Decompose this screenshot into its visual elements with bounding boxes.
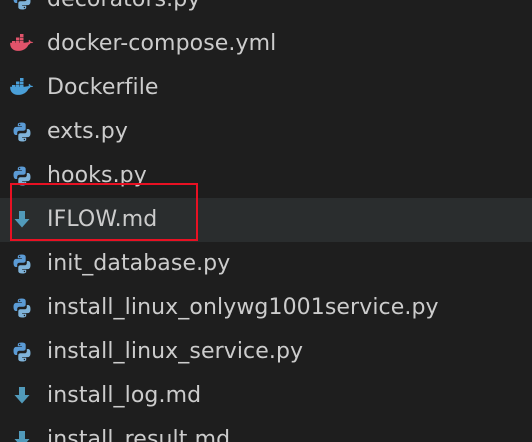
python-icon [8,0,36,14]
python-icon [8,162,36,190]
file-item-install-result-md[interactable]: install_result.md [0,418,532,442]
markdown-download-icon [8,382,36,410]
file-name: install_result.md [47,427,231,442]
file-item-init-database-py[interactable]: init_database.py [0,242,532,286]
file-list: decorators.py docker-compose.yml [0,0,532,442]
python-icon [8,250,36,278]
file-name: docker-compose.yml [47,31,277,56]
file-explorer: decorators.py docker-compose.yml [0,0,532,442]
file-name: decorators.py [47,0,200,22]
file-item-install-linux-onlywg1001service-py[interactable]: install_linux_onlywg1001service.py [0,286,532,330]
docker-compose-icon [8,30,36,58]
docker-icon [8,74,36,102]
file-item-docker-compose-yml[interactable]: docker-compose.yml [0,22,532,66]
markdown-download-icon [8,206,36,234]
python-icon [8,294,36,322]
file-name: IFLOW.md [47,207,158,232]
file-name: init_database.py [47,251,231,276]
file-name: install_linux_service.py [47,339,304,364]
file-item-iflow-md[interactable]: IFLOW.md [0,198,532,242]
file-item-install-log-md[interactable]: install_log.md [0,374,532,418]
python-icon [8,338,36,366]
file-name: exts.py [47,119,128,144]
file-item-exts-py[interactable]: exts.py [0,110,532,154]
file-item-dockerfile[interactable]: Dockerfile [0,66,532,110]
markdown-download-icon [8,426,36,442]
file-item-decorators-py[interactable]: decorators.py [0,0,532,22]
python-icon [8,118,36,146]
file-name: Dockerfile [47,75,159,100]
file-name: install_log.md [47,383,202,408]
file-name: install_linux_onlywg1001service.py [47,295,439,320]
file-item-hooks-py[interactable]: hooks.py [0,154,532,198]
file-item-install-linux-service-py[interactable]: install_linux_service.py [0,330,532,374]
file-name: hooks.py [47,163,147,188]
